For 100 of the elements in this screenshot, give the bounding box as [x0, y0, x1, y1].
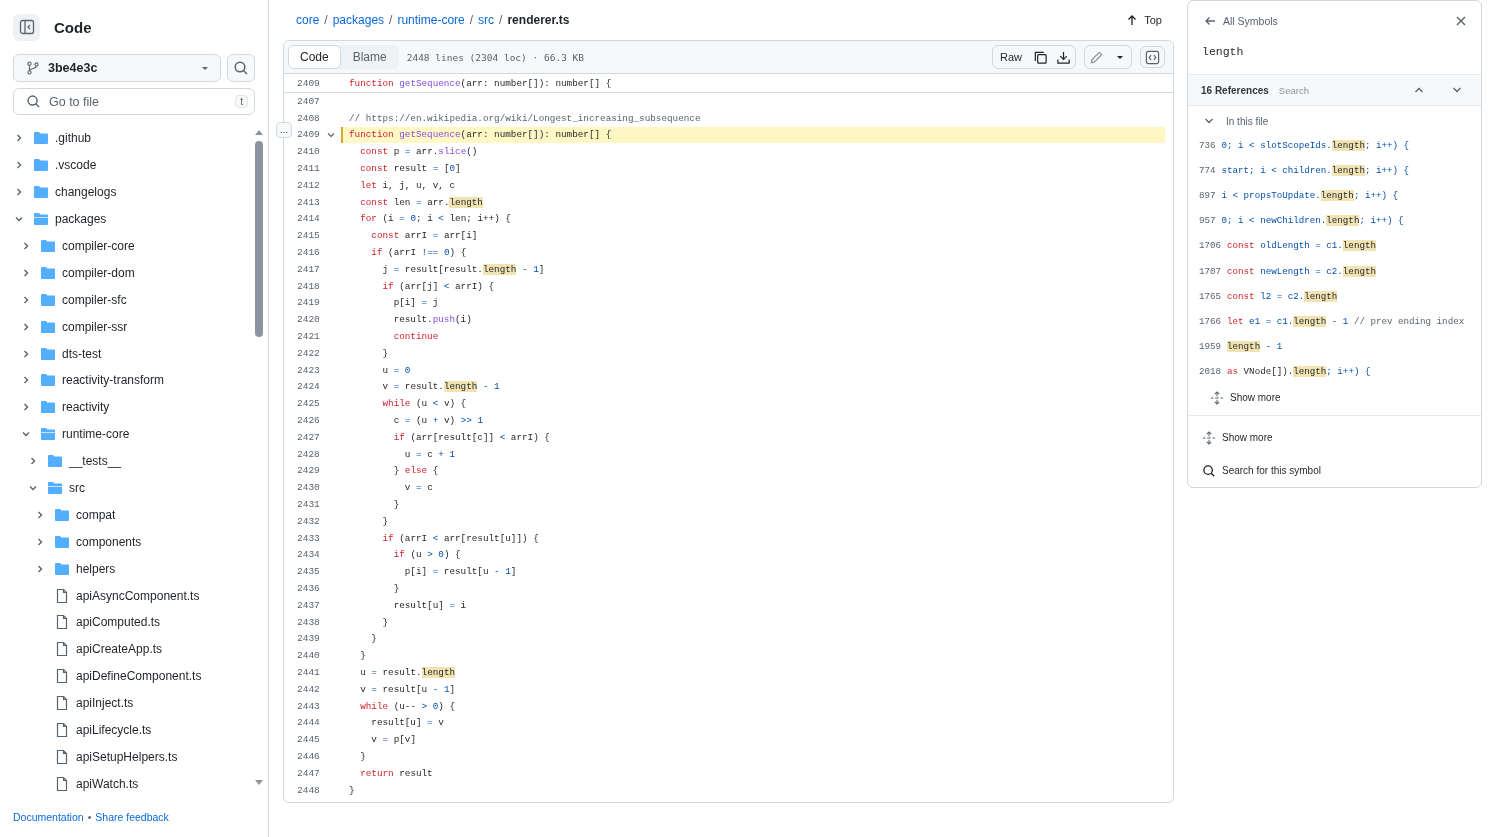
file-tree-label: apiSetupHelpers.ts [76, 749, 178, 764]
file-tree-label: components [76, 534, 142, 549]
search-button[interactable] [227, 54, 255, 82]
file-tree-item[interactable]: apiCreateApp.ts [13, 635, 254, 663]
line-number: 2425 [297, 398, 321, 410]
breadcrumb-link[interactable]: packages [332, 13, 385, 27]
reference-item[interactable]: 1766 let e1 = c1.length - 1 // prev ending index [1188, 308, 1481, 334]
code-line: } [370, 632, 377, 647]
file-tree-item[interactable]: apiAsyncComponent.ts [13, 582, 254, 610]
file-tree-item[interactable]: compat [13, 501, 254, 529]
breadcrumb-link[interactable]: core [296, 13, 320, 27]
code-line: const len = arr.length [359, 195, 483, 210]
file-tree-item[interactable]: apiWatch.ts [13, 770, 254, 797]
line-number: 2432 [297, 515, 321, 527]
line-number: 2429 [297, 465, 321, 477]
code-line: const arrI = arr[i] [370, 229, 478, 244]
folder-icon [54, 506, 70, 523]
line-number: 2424 [297, 381, 321, 393]
line-number: 2410 [297, 146, 321, 158]
documentation-link[interactable]: Documentation [13, 811, 84, 823]
pencil-icon [1089, 49, 1104, 65]
chevron-down-icon[interactable] [326, 130, 336, 140]
reference-item[interactable]: 1959 length - 1 [1188, 333, 1481, 359]
line-number: 2445 [297, 734, 321, 746]
file-tree-item[interactable]: reactivity-transform [13, 367, 254, 394]
view-tab[interactable]: Code [288, 45, 341, 69]
breadcrumb-link[interactable]: runtime-core [397, 13, 465, 27]
folder-icon [40, 238, 56, 254]
file-group-toggle[interactable]: In this file [1188, 106, 1481, 133]
file-tree-label: apiCreateApp.ts [76, 642, 163, 657]
code-line: v = result.length - 1 [381, 380, 500, 395]
file-tree-item[interactable]: apiInject.ts [13, 689, 254, 717]
go-to-file-field[interactable]: Go to file t [13, 88, 255, 115]
file-tree-item[interactable]: dts-test [13, 340, 254, 367]
file-tree-item[interactable]: compiler-core [13, 232, 254, 260]
reference-item[interactable]: 1706 const oldLength = c1.length [1188, 233, 1481, 259]
file-tree-item[interactable]: reactivity [13, 393, 254, 421]
file-tree-label: apiDefineComponent.ts [76, 669, 202, 684]
file-icon [54, 775, 70, 792]
folder-icon [40, 399, 56, 416]
top-button[interactable]: Top [1126, 14, 1162, 26]
reference-item[interactable]: 897 i < propsToUpdate.length; i++) { [1188, 183, 1481, 209]
file-tree-item[interactable]: packages [13, 205, 254, 233]
line-number: 2420 [297, 314, 321, 326]
line-number: 2408 [297, 112, 321, 124]
file-tree-item[interactable]: apiComputed.ts [13, 609, 254, 636]
code-line: j = result[result.length - 1] [381, 262, 545, 277]
file-tree-item[interactable]: runtime-core [13, 420, 254, 448]
reference-item[interactable]: 1765 const l2 = c2.length [1188, 283, 1481, 309]
reference-item[interactable]: 1707 const newLength = c2.length [1188, 258, 1481, 284]
references-count: 16 References [1201, 84, 1269, 96]
breadcrumb-link[interactable]: src [478, 13, 495, 27]
file-info: 2448 lines (2304 loc) · 66.3 KB [406, 51, 584, 63]
reference-item[interactable]: 957 0; i < newChildren.length; i++) { [1188, 208, 1481, 234]
show-more-button[interactable]: Show more [1188, 383, 1481, 416]
code-line: p[i] = j [392, 296, 439, 311]
file-tree-item[interactable]: changelogs [13, 178, 254, 206]
code-line: result[u] = v [370, 716, 444, 731]
symbols-panel-button[interactable] [1140, 46, 1165, 68]
file-tree-item[interactable]: __tests__ [13, 447, 254, 475]
search-symbol-button[interactable]: Search for this symbol [1188, 457, 1481, 484]
view-tab[interactable]: Blame [340, 45, 399, 69]
file-tree-item[interactable]: apiLifecycle.ts [13, 716, 254, 744]
file-icon [54, 641, 70, 658]
file-icon [54, 695, 70, 712]
reference-item[interactable]: 774 start; i < children.length; i++) { [1188, 158, 1481, 184]
file-tree-item[interactable]: apiSetupHelpers.ts [13, 743, 254, 771]
file-tree-item[interactable]: helpers [13, 555, 254, 583]
file-tree-item[interactable]: compiler-ssr [13, 313, 254, 341]
code-line: v = c [403, 481, 433, 496]
code-line: } [392, 498, 400, 512]
file-tree-item[interactable]: .vscode [13, 151, 254, 179]
branch-selector[interactable]: 3be4e3c [13, 54, 221, 82]
file-tree-item[interactable]: apiDefineComponent.ts [13, 662, 254, 690]
reference-item[interactable]: 2018 as VNode[]).length; i++) { [1188, 358, 1481, 384]
file-icon [54, 614, 70, 631]
sidebar-toggle-button[interactable] [13, 13, 40, 41]
folder-icon [40, 264, 56, 281]
file-tree-item[interactable]: components [13, 528, 254, 556]
open-folder-icon [33, 211, 49, 228]
reference-item[interactable]: 736 0; i < slotScopeIds.length; i++) { [1188, 133, 1481, 159]
close-button[interactable] [1455, 15, 1467, 27]
symbol-name: length [1201, 44, 1245, 60]
line-number: 2433 [297, 532, 321, 544]
code-line: u = 0 [381, 363, 411, 378]
file-icon [54, 722, 70, 739]
line-options-button[interactable]: … [276, 122, 292, 138]
all-symbols-link[interactable]: All Symbols [1204, 15, 1278, 27]
file-tree-label: compiler-dom [62, 265, 135, 280]
references-search-field[interactable]: Search [1278, 84, 1391, 96]
file-tree-item[interactable]: src [13, 474, 254, 502]
code-line: p[i] = result[u - 1] [403, 565, 517, 580]
file-tree-label: apiWatch.ts [76, 776, 139, 791]
file-tree-item[interactable]: compiler-dom [13, 259, 254, 287]
show-more-button[interactable]: Show more [1188, 424, 1481, 451]
share-feedback-link[interactable]: Share feedback [95, 811, 169, 823]
file-tree-label: changelogs [55, 185, 117, 200]
file-tree-item[interactable]: compiler-sfc [13, 286, 254, 314]
code-line: function getSequence(arr: number[]): number[] { [348, 76, 612, 91]
file-tree-item[interactable]: .github [13, 125, 254, 152]
